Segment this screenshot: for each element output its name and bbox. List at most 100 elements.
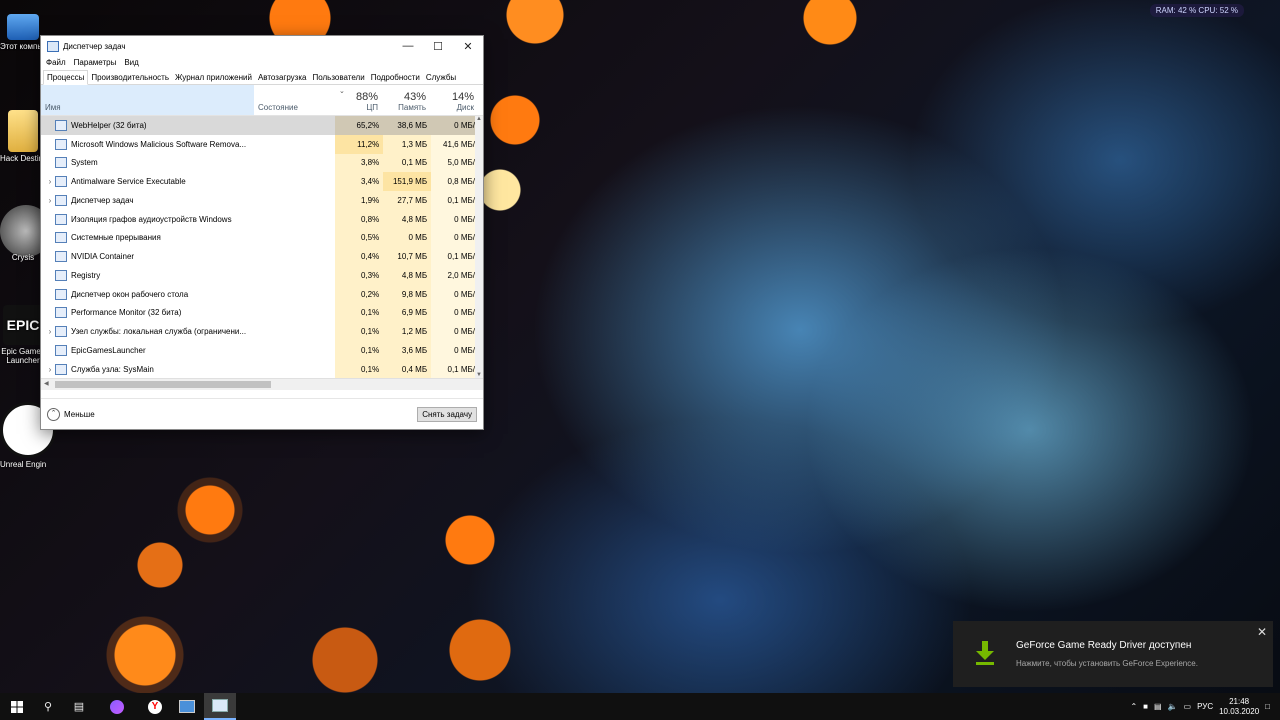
close-button[interactable]: ✕ — [453, 36, 483, 56]
tab-startup[interactable]: Автозагрузка — [255, 73, 310, 84]
clock-time: 21:48 — [1229, 696, 1250, 706]
process-name: EpicGamesLauncher — [70, 345, 146, 355]
clock[interactable]: 21:48 10.03.2020 — [1219, 697, 1259, 717]
tab-app-history[interactable]: Журнал приложений — [172, 73, 255, 84]
app-button[interactable] — [172, 693, 202, 720]
battery-icon[interactable]: ▭ — [1184, 702, 1192, 711]
process-icon — [54, 269, 67, 281]
process-cpu: 3,4% — [335, 172, 384, 191]
process-cpu: 0,8% — [335, 209, 384, 229]
menu-item-options[interactable]: Параметры — [74, 58, 117, 67]
alice-button[interactable] — [102, 693, 132, 720]
expand-chevron-icon[interactable]: › — [45, 327, 55, 336]
scroll-left-icon[interactable]: ◀ — [44, 380, 49, 387]
notifications-icon[interactable]: □ — [1265, 702, 1270, 711]
tab-bar: Процессы Производительность Журнал прило… — [41, 69, 483, 85]
task-view-button[interactable]: ▤ — [64, 693, 94, 720]
process-row[interactable]: Microsoft Windows Malicious Software Rem… — [41, 134, 483, 154]
task-manager-window[interactable]: Диспетчер задач — ☐ ✕ Файл Параметры Вид… — [40, 35, 484, 430]
process-name: NVIDIA Container — [70, 252, 135, 262]
process-cpu: 65,2% — [335, 116, 384, 135]
process-memory: 9,8 МБ — [383, 284, 432, 304]
scroll-up-icon[interactable]: ▲ — [475, 116, 483, 122]
process-memory: 0,1 МБ — [383, 153, 432, 173]
process-row[interactable]: WebHelper (32 бита) 65,2% 38,6 МБ 0 МБ/с — [41, 116, 483, 135]
maximize-button[interactable]: ☐ — [423, 36, 453, 56]
close-icon[interactable]: ✕ — [1257, 625, 1267, 639]
process-cpu: 0,1% — [335, 359, 384, 378]
app-tray-icon[interactable]: ■ — [1143, 702, 1148, 711]
process-name: Диспетчер окон рабочего стола — [70, 289, 189, 299]
system-tray: ⌃ ■ ▤ 🔈 ▭ РУС 21:48 10.03.2020 □ — [1130, 693, 1280, 720]
end-task-button[interactable]: Снять задачу — [417, 406, 477, 422]
window-title: Диспетчер задач — [63, 41, 126, 51]
expand-chevron-icon[interactable]: › — [45, 196, 55, 205]
hud-text: RAM: 42 % CPU: 52 % — [1155, 6, 1238, 15]
yandex-browser-button[interactable]: Y — [140, 693, 170, 720]
process-memory: 4,8 МБ — [383, 266, 432, 285]
process-memory: 4,8 МБ — [383, 209, 432, 229]
process-icon — [54, 119, 67, 131]
process-icon — [54, 307, 67, 319]
process-name: Системные прерывания — [70, 233, 161, 243]
show-hidden-icons-icon[interactable]: ⌃ — [1130, 702, 1137, 711]
language-indicator[interactable]: РУС — [1197, 702, 1213, 711]
notification-subtitle: Нажмите, чтобы установить GeForce Experi… — [1016, 659, 1198, 668]
alice-icon — [110, 699, 124, 714]
tab-details[interactable]: Подробности — [368, 73, 423, 84]
memory-label: Память — [398, 103, 426, 112]
minimize-button[interactable]: — — [393, 36, 423, 56]
process-name: Microsoft Windows Malicious Software Rem… — [70, 139, 247, 149]
process-row[interactable]: EpicGamesLauncher 0,1% 3,6 МБ 0 МБ/с — [41, 341, 483, 360]
menu-item-file[interactable]: Файл — [46, 58, 66, 67]
process-row[interactable]: Performance Monitor (32 бита) 0,1% 6,9 МБ 0… — [41, 303, 483, 323]
process-name: Registry — [70, 270, 101, 280]
disk-total: 14% — [451, 91, 474, 103]
start-button[interactable] — [2, 693, 32, 720]
geforce-notification[interactable]: GeForce Game Ready Driver доступен Нажми… — [953, 621, 1273, 687]
process-row[interactable]: › Служба узла: SysMain 0,1% 0,4 МБ 0,1 МБ/с — [41, 359, 483, 378]
menu-item-view[interactable]: Вид — [124, 58, 138, 67]
network-icon[interactable]: ▤ — [1154, 702, 1162, 711]
process-row[interactable]: System 3,8% 0,1 МБ 5,0 МБ/с — [41, 153, 483, 173]
column-name[interactable]: Имя — [41, 85, 254, 115]
memory-total: 43% — [403, 91, 426, 103]
process-row[interactable]: NVIDIA Container 0,4% 10,7 МБ 0,1 МБ/с — [41, 247, 483, 266]
horizontal-scrollbar[interactable]: ◀ — [41, 378, 483, 390]
column-disk[interactable]: 14% Диск — [430, 85, 478, 115]
tab-performance[interactable]: Производительность — [88, 73, 172, 84]
tab-processes[interactable]: Процессы — [43, 70, 89, 85]
process-row[interactable]: Registry 0,3% 4,8 МБ 2,0 МБ/с — [41, 266, 483, 285]
process-icon — [54, 232, 67, 244]
fewer-details-button[interactable]: ⌃ Меньше — [47, 407, 95, 421]
task-manager-taskbar-button[interactable] — [204, 693, 236, 720]
process-icon — [54, 288, 67, 300]
windows-icon — [11, 700, 23, 713]
process-icon — [54, 176, 67, 188]
process-name: Служба узла: SysMain — [70, 364, 154, 374]
process-list[interactable]: WebHelper (32 бита) 65,2% 38,6 МБ 0 МБ/с Mic… — [41, 116, 483, 378]
process-row[interactable]: Системные прерывания 0,5% 0 МБ 0 МБ/с — [41, 228, 483, 248]
column-cpu[interactable]: 88% ЦП — [334, 85, 382, 115]
process-row[interactable]: › Узел службы: локальная служба (ограниче… — [41, 322, 483, 341]
search-button[interactable]: ⚲ — [33, 693, 63, 720]
title-bar[interactable]: Диспетчер задач — ☐ ✕ — [41, 36, 483, 56]
tab-users[interactable]: Пользователи — [309, 73, 367, 84]
process-cpu: 0,1% — [335, 303, 384, 323]
expand-chevron-icon[interactable]: › — [45, 177, 55, 186]
vertical-scrollbar[interactable]: ▲ ▼ — [475, 116, 483, 378]
tab-services[interactable]: Службы — [423, 73, 459, 84]
horizontal-scroll-thumb[interactable] — [55, 381, 271, 388]
process-row[interactable]: › Antimalware Service Executable 3,4% 151,9… — [41, 172, 483, 191]
expand-chevron-icon[interactable]: › — [45, 365, 55, 374]
column-memory[interactable]: 43% Память — [382, 85, 430, 115]
column-state[interactable]: Состояние — [254, 85, 334, 115]
process-name: Диспетчер задач — [70, 195, 134, 205]
process-row[interactable]: › Диспетчер задач 1,9% 27,7 МБ 0,1 МБ/с — [41, 191, 483, 210]
process-cpu: 11,2% — [335, 134, 384, 154]
volume-icon[interactable]: 🔈 — [1168, 702, 1178, 711]
download-icon — [976, 641, 994, 665]
process-row[interactable]: Диспетчер окон рабочего стола 0,2% 9,8 МБ 0… — [41, 284, 483, 304]
process-row[interactable]: Изоляция графов аудиоустройств Windows 0,… — [41, 209, 483, 229]
process-icon — [54, 194, 67, 206]
